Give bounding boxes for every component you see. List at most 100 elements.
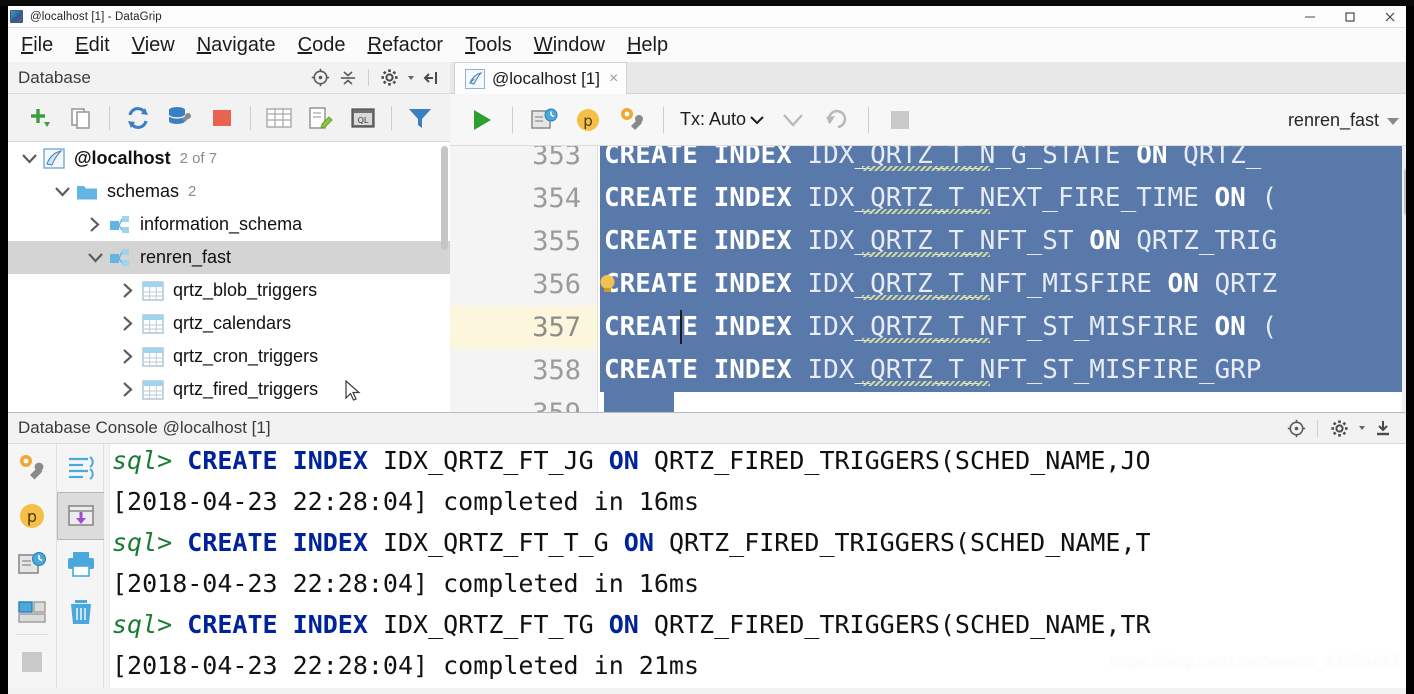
tree-node-renren-fast[interactable]: renren_fast — [8, 241, 450, 274]
sql-keyword: CREATE INDEX — [604, 146, 792, 170]
close-icon[interactable]: × — [609, 70, 618, 87]
close-button[interactable] — [1370, 6, 1410, 28]
schema-icon — [108, 214, 132, 236]
line-number: 359 — [461, 392, 581, 412]
sql-keyword: CREATE INDEX — [604, 355, 792, 385]
jump-to-query-console-icon[interactable]: QL — [344, 99, 382, 137]
database-toolbar: QL — [8, 94, 450, 142]
chevron-down-icon[interactable] — [16, 153, 42, 165]
collapse-all-icon[interactable] — [337, 67, 359, 89]
session-settings-icon[interactable] — [611, 99, 653, 141]
chevron-down-icon[interactable] — [82, 252, 108, 264]
scroll-to-end-icon[interactable] — [1372, 417, 1394, 439]
sql-editor[interactable]: 353 354 355 356 357 358 359 CREATE INDEX IDX_Q… — [450, 146, 1414, 412]
tab-localhost-console[interactable]: @localhost [1] × — [454, 62, 628, 94]
menu-tools[interactable]: Tools — [454, 33, 523, 58]
console-result-line[interactable]: [2018-04-23 22:28:04] completed in 16ms — [112, 481, 699, 522]
tree-node-label: schemas — [107, 181, 180, 201]
filter-icon[interactable] — [401, 99, 439, 137]
console-result-line[interactable]: [2018-04-23 22:28:04] completed in 21ms — [112, 645, 699, 686]
tree-node-qrtz-cron-triggers[interactable]: qrtz_cron_triggers — [8, 340, 450, 373]
console-query-line[interactable]: sql> CREATE INDEX IDX_QRTZ_FT_TG ON QRTZ… — [112, 604, 1151, 645]
minimize-button[interactable] — [1290, 6, 1330, 28]
schema-selector[interactable]: renren_fast — [1288, 94, 1400, 146]
parameters-icon[interactable]: p — [8, 492, 56, 540]
database-tree[interactable]: @localhost 2 of 7 schemas 2 information_sche… — [8, 142, 450, 412]
commit-icon[interactable] — [772, 99, 814, 141]
menu-code[interactable]: Code — [287, 33, 357, 58]
code-line[interactable]: CREATE INDEX IDX_QRTZ_T_NEXT_FIRE_TIME O… — [600, 177, 1414, 220]
chevron-right-icon[interactable] — [115, 381, 141, 398]
editor-gutter[interactable]: 353 354 355 356 357 358 359 — [450, 146, 598, 412]
clear-all-icon[interactable] — [57, 588, 105, 636]
menu-file[interactable]: File — [10, 33, 64, 58]
export-to-file-icon[interactable] — [57, 492, 105, 540]
chevron-right-icon[interactable] — [115, 315, 141, 332]
code-line[interactable]: CREATE INDEX IDX_QRTZ_T_NFT_ST_MISFIRE_G… — [600, 349, 1414, 392]
code-line[interactable]: CREATE INDEX IDX_QRTZ_T_N_G_STATE ON QRT… — [600, 146, 1414, 177]
sql-keyword: CREATE INDEX — [604, 183, 792, 213]
code-line[interactable]: CREATE INDEX IDX_QRTZ_T_NFT_MISFIRE ON Q… — [600, 263, 1414, 306]
menu-window[interactable]: Window — [523, 33, 616, 58]
menu-view[interactable]: View — [121, 33, 186, 58]
divider — [391, 105, 392, 130]
sql-identifier: QRTZ_TRIG — [1120, 226, 1278, 256]
run-icon[interactable] — [460, 99, 502, 141]
execution-history-icon[interactable] — [523, 99, 565, 141]
chevron-down-icon[interactable] — [49, 186, 75, 198]
session-settings-icon[interactable] — [8, 444, 56, 492]
stop-icon[interactable] — [203, 99, 241, 137]
chevron-right-icon[interactable] — [115, 282, 141, 299]
locate-icon[interactable] — [1285, 417, 1307, 439]
chevron-down-icon[interactable] — [408, 75, 414, 80]
settings-icon[interactable] — [1328, 417, 1350, 439]
tree-node--localhost[interactable]: @localhost 2 of 7 — [8, 142, 450, 175]
chevron-right-icon[interactable] — [115, 348, 141, 365]
transpose-icon[interactable] — [57, 444, 105, 492]
chevron-right-icon[interactable] — [82, 216, 108, 233]
stop-icon[interactable] — [8, 638, 56, 686]
menu-help[interactable]: Help — [616, 33, 679, 58]
datasource-icon — [42, 148, 66, 170]
menu-navigate[interactable]: Navigate — [186, 33, 287, 58]
transaction-mode-selector[interactable]: Tx: Auto — [674, 109, 770, 130]
add-icon[interactable] — [20, 99, 58, 137]
line-number: 354 — [532, 183, 581, 214]
tree-node-label: qrtz_cron_triggers — [173, 346, 319, 366]
sql-keyword: ON — [1089, 226, 1121, 256]
menu-edit[interactable]: Edit — [64, 33, 120, 58]
settings-icon[interactable] — [378, 67, 400, 89]
code-line[interactable]: CREATE INDEX IDX_QRTZ_T_NFT_ST ON QRTZ_T… — [600, 220, 1414, 263]
tree-node-schemas[interactable]: schemas 2 — [8, 175, 450, 208]
tree-node-qrtz-blob-triggers[interactable]: qrtz_blob_triggers — [8, 274, 450, 307]
chevron-down-icon[interactable] — [1359, 426, 1365, 430]
maximize-button[interactable] — [1330, 6, 1370, 28]
synchronize-icon[interactable] — [119, 99, 157, 137]
locate-icon[interactable] — [309, 67, 331, 89]
show-output-icon[interactable] — [8, 588, 56, 636]
execution-history-icon[interactable] — [8, 540, 56, 588]
print-icon[interactable] — [57, 540, 105, 588]
tree-scrollbar[interactable] — [441, 146, 448, 250]
tree-node-information-schema[interactable]: information_schema — [8, 208, 450, 241]
pin-icon[interactable] — [8, 680, 56, 694]
editor-code-area[interactable]: CREATE INDEX IDX_QRTZ_T_N_G_STATE ON QRT… — [600, 146, 1414, 412]
console-title: Database Console @localhost [1] — [18, 418, 271, 437]
stop-icon[interactable] — [879, 99, 921, 141]
tree-node-qrtz-fired-triggers[interactable]: qrtz_fired_triggers — [8, 373, 450, 406]
console-query-line[interactable]: sql> CREATE INDEX IDX_QRTZ_FT_JG ON QRTZ… — [112, 444, 1151, 481]
hide-panel-icon[interactable] — [420, 67, 442, 89]
inspection-squiggle — [862, 338, 990, 343]
console-query-line[interactable]: sql> CREATE INDEX IDX_QRTZ_FT_T_G ON QRT… — [112, 522, 1151, 563]
data-source-properties-icon[interactable] — [161, 99, 199, 137]
copy-icon[interactable] — [62, 99, 100, 137]
console-result-line[interactable]: [2018-04-23 22:28:04] completed in 16ms — [112, 563, 699, 604]
parameters-icon[interactable]: p — [567, 99, 609, 141]
code-line[interactable]: CREATE INDEX IDX_QRTZ_T_NFT_ST_MISFIRE O… — [600, 306, 1414, 349]
menu-refactor[interactable]: Refactor — [356, 33, 454, 58]
table-icon[interactable] — [260, 99, 298, 137]
edit-data-icon[interactable] — [302, 99, 340, 137]
intention-bulb-icon[interactable] — [600, 274, 617, 295]
tree-node-qrtz-calendars[interactable]: qrtz_calendars — [8, 307, 450, 340]
rollback-icon[interactable] — [816, 99, 858, 141]
